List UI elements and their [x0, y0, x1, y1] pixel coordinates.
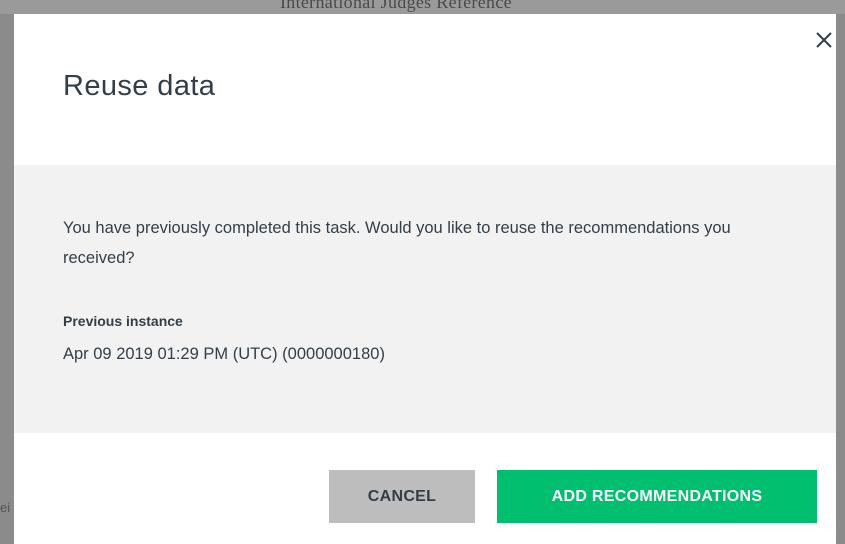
cancel-button[interactable]: CANCEL	[329, 470, 475, 523]
dialog-body: You have previously completed this task.…	[14, 165, 836, 433]
dialog-header: Reuse data	[14, 14, 836, 165]
previous-instance-label: Previous instance	[63, 313, 183, 329]
dialog-footer: CANCEL ADD RECOMMENDATIONS	[14, 433, 836, 544]
close-icon	[816, 32, 832, 48]
add-recommendations-button[interactable]: ADD RECOMMENDATIONS	[497, 470, 817, 523]
background-left-glyph: ei	[0, 500, 11, 515]
previous-instance-value: Apr 09 2019 01:29 PM (UTC) (0000000180)	[63, 345, 385, 363]
dialog-message: You have previously completed this task.…	[63, 219, 731, 267]
background-left-edge: ei	[0, 14, 14, 544]
background-page-text: International Judges Reference	[280, 0, 512, 12]
reuse-data-dialog: Reuse data You have previously completed…	[14, 14, 836, 544]
background-right-edge	[836, 14, 845, 544]
close-button[interactable]	[812, 28, 836, 52]
dialog-title: Reuse data	[63, 70, 216, 102]
background-page-strip: International Judges Reference	[0, 0, 845, 14]
